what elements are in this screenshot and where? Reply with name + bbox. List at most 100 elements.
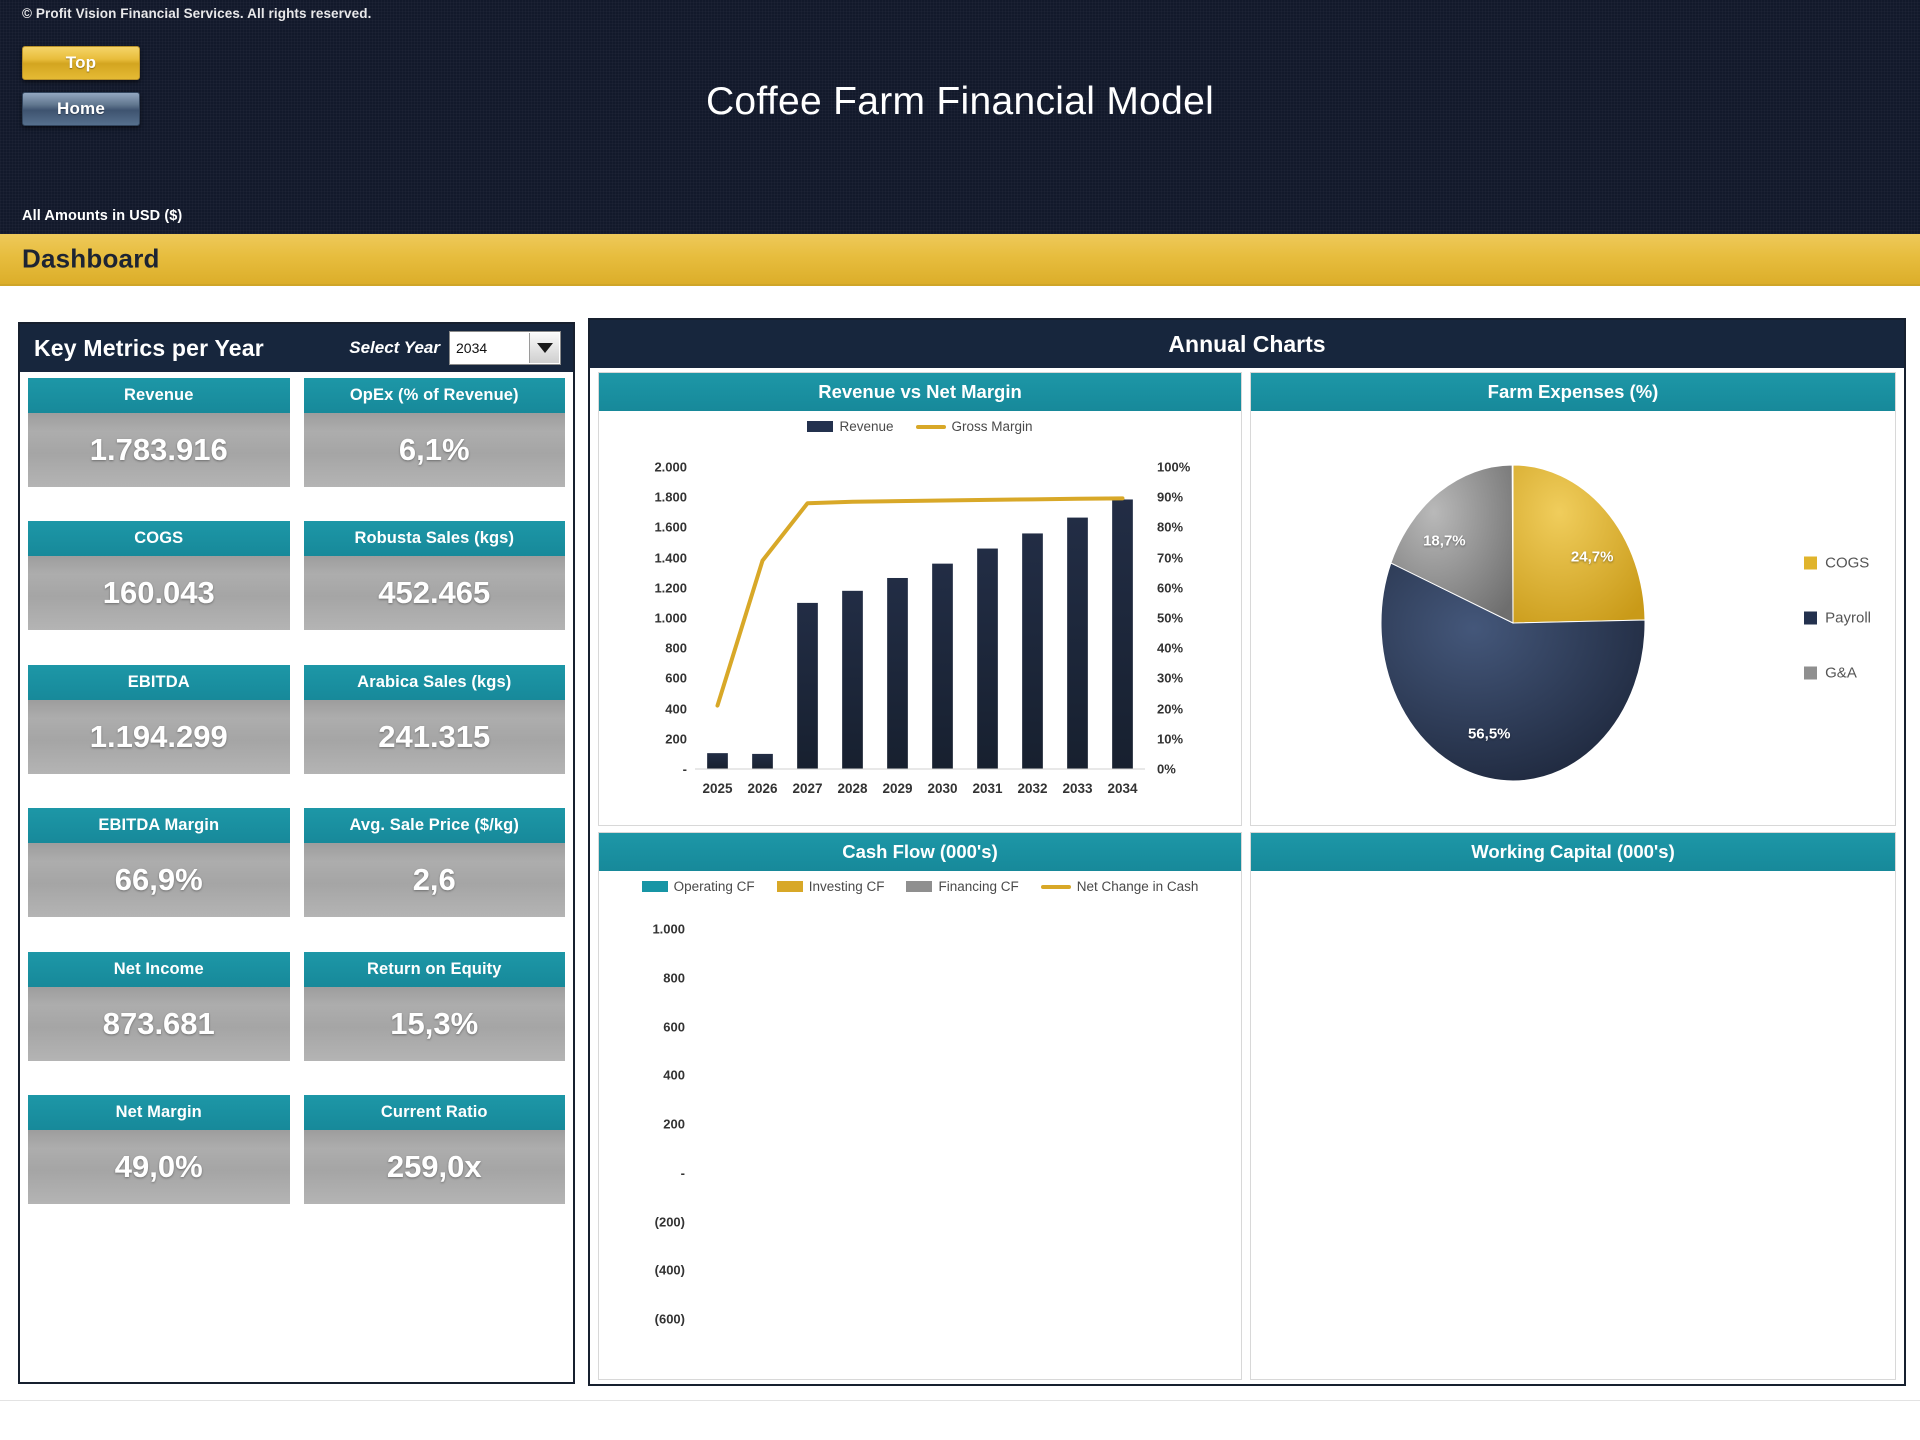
metric-label: Current Ratio bbox=[303, 1095, 565, 1131]
y-tick-label: - bbox=[680, 1165, 685, 1181]
chevron-down-icon[interactable] bbox=[529, 333, 559, 363]
bar bbox=[1067, 517, 1088, 769]
metric-label: Net Income bbox=[28, 951, 290, 987]
chart-title: Farm Expenses (%) bbox=[1251, 373, 1895, 411]
key-metrics-grid: Revenue 1.783.916 OpEx (% of Revenue) 6,1% C… bbox=[20, 372, 573, 1382]
bar bbox=[752, 753, 773, 769]
legend-label: Net Change in Cash bbox=[1076, 879, 1199, 894]
metric-card: OpEx (% of Revenue) 6,1% bbox=[303, 372, 565, 515]
x-tick-label: 2028 bbox=[837, 781, 868, 796]
pie-svg bbox=[1380, 464, 1646, 782]
dashboard-label: Dashboard bbox=[22, 243, 160, 274]
x-tick-label: 2029 bbox=[882, 781, 913, 796]
legend-label: Financing CF bbox=[938, 879, 1019, 894]
bottom-strip bbox=[0, 1400, 1920, 1440]
plot-area: Revenue Gross Margin -200 400 600 800 1.000 1.2… bbox=[599, 411, 1241, 825]
metric-card: Net Income 873.681 bbox=[28, 946, 290, 1089]
y-tick-label: 200 bbox=[663, 1116, 685, 1132]
metric-card: EBITDA Margin 66,9% bbox=[28, 802, 290, 945]
x-tick-label: 2033 bbox=[1062, 781, 1093, 796]
metric-label: Net Margin bbox=[28, 1095, 290, 1131]
metric-card: COGS 160.043 bbox=[28, 515, 290, 658]
revenue-vs-net-margin-chart: Revenue vs Net Margin Revenue Gross Margi… bbox=[598, 372, 1242, 826]
plot-area: Operating CF Investing CF Financing CF Net … bbox=[599, 871, 1241, 1379]
revenue-chart-svg bbox=[695, 496, 1145, 770]
metric-label: EBITDA bbox=[28, 664, 290, 700]
legend-swatch bbox=[1804, 666, 1818, 680]
legend-label: Payroll bbox=[1825, 609, 1871, 627]
bar bbox=[797, 602, 818, 769]
dashboard-title-bar: Dashboard bbox=[0, 234, 1920, 286]
metric-value: 2,6 bbox=[303, 843, 565, 918]
legend-item: Financing CF bbox=[906, 879, 1019, 894]
metric-label: OpEx (% of Revenue) bbox=[303, 378, 565, 413]
y-tick-label: 1.000 bbox=[652, 921, 685, 937]
y-tick-label: 600 bbox=[663, 1019, 685, 1034]
cash-flow-chart: Cash Flow (000's) Operating CF Investing … bbox=[598, 832, 1242, 1380]
metric-value: 1.783.916 bbox=[28, 413, 290, 487]
metric-label: Arabica Sales (kgs) bbox=[303, 664, 565, 700]
bar bbox=[932, 563, 953, 769]
pie-slice-label: 24,7% bbox=[1570, 548, 1614, 566]
metric-value: 6,1% bbox=[303, 413, 565, 487]
legend-swatch bbox=[906, 881, 933, 892]
metric-label: Return on Equity bbox=[303, 951, 565, 987]
legend-item: Investing CF bbox=[776, 879, 885, 894]
dashboard-root: © Profit Vision Financial Services. All … bbox=[0, 0, 1920, 1440]
legend-swatch bbox=[1040, 884, 1071, 889]
y-tick-label: 800 bbox=[663, 970, 685, 986]
legend-label: Investing CF bbox=[808, 879, 885, 894]
metric-value: 160.043 bbox=[28, 556, 290, 631]
chart-title: Revenue vs Net Margin bbox=[599, 373, 1241, 411]
gross-margin-line bbox=[715, 496, 1125, 708]
select-year-dropdown[interactable]: 2034 bbox=[449, 331, 561, 365]
amounts-note: All Amounts in USD ($) bbox=[22, 208, 183, 224]
x-tick-label: 2034 bbox=[1107, 781, 1138, 796]
metric-value: 15,3% bbox=[303, 986, 565, 1061]
plot-area: 24,7% 56,5% 18,7% COGS Payroll G&A bbox=[1251, 411, 1895, 825]
metric-card: Revenue 1.783.916 bbox=[28, 372, 290, 515]
farm-expenses-chart: Farm Expenses (%) 24,7% 56,5% 18,7% COGS Pay… bbox=[1250, 372, 1896, 826]
y-tick-label: 400 bbox=[663, 1067, 685, 1083]
metric-card: EBITDA 1.194.299 bbox=[28, 659, 290, 802]
annual-charts-title: Annual Charts bbox=[590, 320, 1904, 368]
annual-charts-panel: Annual Charts Revenue vs Net Margin Reve… bbox=[588, 318, 1906, 1386]
metric-card: Robusta Sales (kgs) 452.465 bbox=[303, 515, 565, 658]
copyright-text: © Profit Vision Financial Services. All … bbox=[22, 6, 372, 21]
pie-slice-label: 18,7% bbox=[1423, 532, 1466, 550]
metric-value: 259,0x bbox=[303, 1130, 565, 1205]
top-button[interactable]: Top bbox=[22, 46, 140, 80]
metric-card: Net Margin 49,0% bbox=[28, 1089, 290, 1232]
metric-value: 66,9% bbox=[28, 843, 290, 918]
x-tick-label: 2027 bbox=[792, 781, 823, 796]
metric-value: 452.465 bbox=[303, 556, 565, 631]
metric-label: Avg. Sale Price ($/kg) bbox=[303, 808, 565, 844]
metric-card: Return on Equity 15,3% bbox=[303, 946, 565, 1089]
x-tick-label: 2025 bbox=[702, 781, 733, 796]
legend-swatch bbox=[1804, 611, 1818, 625]
key-metrics-panel: Key Metrics per Year Select Year 2034 Re… bbox=[18, 322, 575, 1384]
pie-legend: COGS Payroll G&A bbox=[1804, 517, 1871, 720]
bar bbox=[1022, 533, 1043, 769]
metric-value: 1.194.299 bbox=[28, 699, 290, 774]
metric-card: Arabica Sales (kgs) 241.315 bbox=[303, 659, 565, 802]
metric-value: 49,0% bbox=[28, 1130, 290, 1205]
metric-label: EBITDA Margin bbox=[28, 808, 290, 844]
key-metrics-title: Key Metrics per Year bbox=[34, 334, 264, 361]
legend-item: COGS bbox=[1804, 555, 1871, 572]
page-title: Coffee Farm Financial Model bbox=[705, 80, 1215, 123]
legend-label: G&A bbox=[1825, 664, 1857, 682]
x-tick-label: 2030 bbox=[927, 781, 958, 796]
legend-item: Payroll bbox=[1804, 610, 1871, 627]
metric-value: 873.681 bbox=[28, 986, 290, 1061]
select-year-value: 2034 bbox=[456, 340, 488, 356]
metric-label: Revenue bbox=[28, 378, 290, 413]
bar bbox=[707, 753, 728, 769]
y-tick-label: (600) bbox=[654, 1311, 685, 1327]
chart-legend: Operating CF Investing CF Financing CF Net … bbox=[599, 879, 1241, 894]
legend-swatch bbox=[1804, 556, 1818, 570]
bar bbox=[842, 590, 863, 769]
pie-slice bbox=[1512, 464, 1646, 624]
legend-item: G&A bbox=[1804, 665, 1871, 682]
legend-swatch bbox=[776, 881, 803, 892]
